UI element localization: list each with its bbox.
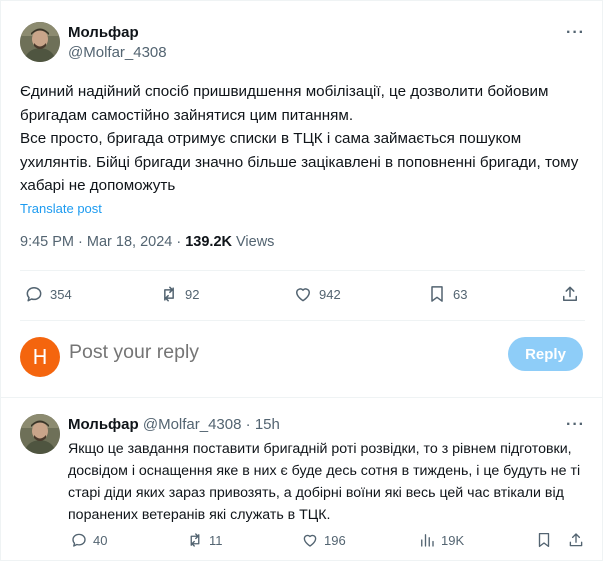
share-icon — [569, 533, 583, 547]
views-action-button[interactable]: 19K — [418, 531, 464, 549]
views-count: 19K — [441, 532, 465, 548]
share-action-button[interactable] — [567, 531, 590, 549]
like-count: 942 — [319, 286, 341, 302]
translate-post-link[interactable]: Translate post — [20, 201, 102, 216]
reply-text: Якщо це завдання поставити бригадній рот… — [68, 441, 581, 523]
post-timestamp[interactable]: 9:45 PM · Mar 18, 2024 · — [20, 234, 185, 250]
heart-icon — [303, 534, 317, 547]
bookmark-action-button[interactable]: 63 — [427, 284, 467, 304]
repost-action-button[interactable]: 11 — [186, 531, 223, 549]
post-text: Єдиний надійний спосіб пришвидшення мобі… — [20, 80, 585, 198]
reply-button[interactable]: Reply — [508, 337, 583, 371]
reply-action-button[interactable]: 354 — [24, 284, 72, 304]
more-options-icon[interactable]: ··· — [566, 416, 585, 434]
like-action-button[interactable]: 196 — [301, 531, 346, 549]
author-handle[interactable]: @Molfar_4308 — [68, 44, 167, 61]
like-action-button[interactable]: 942 — [293, 284, 341, 304]
share-action-button[interactable] — [560, 284, 586, 304]
bookmark-count: 63 — [453, 286, 468, 302]
avatar-image-icon — [20, 414, 60, 454]
reply-count: 354 — [50, 286, 72, 302]
bookmark-action-button[interactable] — [535, 531, 558, 549]
reply-author-name[interactable]: Мольфар — [68, 416, 139, 433]
divider — [20, 320, 585, 321]
post-paragraph: Єдиний надійний спосіб пришвидшення мобі… — [20, 83, 549, 124]
repost-count: 92 — [185, 286, 200, 302]
repost-icon — [190, 533, 200, 547]
repost-count: 11 — [209, 532, 223, 548]
reply-count: 40 — [93, 532, 108, 548]
heart-icon — [296, 288, 310, 302]
views-count: 139.2K — [185, 234, 232, 250]
author-name[interactable]: Мольфар — [68, 24, 139, 41]
avatar-image-icon — [20, 22, 60, 62]
repost-icon — [164, 286, 174, 302]
author-avatar[interactable] — [20, 22, 60, 62]
separator-dot: · — [241, 416, 255, 433]
bookmark-icon — [431, 286, 443, 302]
like-count: 196 — [324, 532, 346, 548]
reply-header: Мольфар @Molfar_4308 · 15h — [68, 416, 280, 433]
repost-action-button[interactable]: 92 — [159, 284, 199, 304]
post-paragraph: Все просто, бригада отримує списки в ТЦК… — [20, 130, 579, 194]
reply-icon — [72, 533, 86, 547]
reply-timestamp[interactable]: 15h — [255, 416, 280, 433]
divider — [20, 270, 585, 271]
reply-action-button[interactable]: 40 — [70, 531, 107, 549]
views-label: Views — [231, 234, 275, 250]
more-options-icon[interactable]: ··· — [566, 24, 585, 42]
analytics-icon — [421, 534, 434, 547]
divider — [0, 397, 603, 398]
share-icon — [563, 286, 577, 301]
user-avatar[interactable]: H — [20, 337, 60, 377]
reply-input[interactable] — [69, 341, 449, 364]
post-meta: 9:45 PM · Mar 18, 2024 · 139.2K Views — [20, 234, 274, 250]
reply-author-avatar[interactable] — [20, 414, 60, 454]
reply-author-handle[interactable]: @Molfar_4308 — [143, 416, 242, 433]
reply-icon — [26, 287, 42, 302]
bookmark-icon — [538, 532, 550, 548]
